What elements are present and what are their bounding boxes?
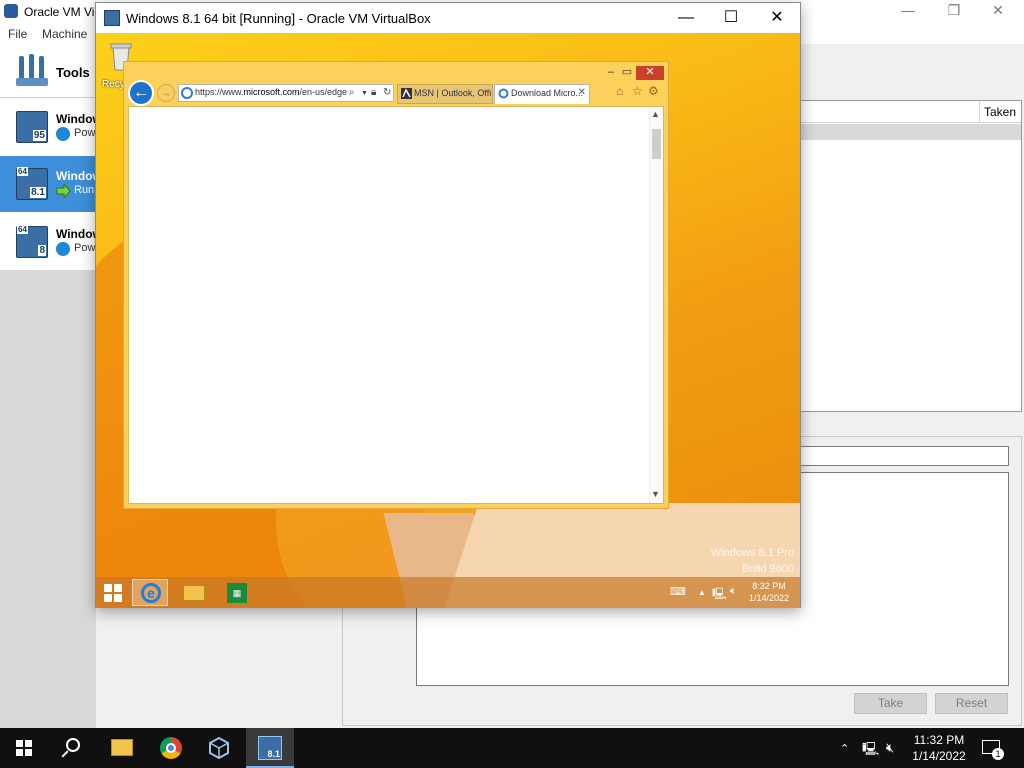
host-taskbar: 8.1 ⌃ 🖳︎ 🔇︎ 11:32 PM 1/14/2022 1	[0, 728, 1024, 768]
snapshot-name-field[interactable]	[800, 446, 1009, 466]
guest-start-button[interactable]	[104, 584, 122, 602]
vm-maximize-button[interactable]: ☐	[713, 7, 749, 29]
guest-desktop[interactable]: Recy – ▭ ✕ ← → https://www.microsoft.com…	[96, 33, 800, 608]
guest-task-internet-explorer[interactable]: e	[132, 579, 168, 606]
dropdown-arrow-icon[interactable]: ▼	[361, 90, 368, 97]
windows-8-os-icon: 64 8	[16, 225, 48, 258]
volume-icon[interactable]: 🔈︎	[730, 585, 737, 598]
volume-muted-icon[interactable]: 🔇︎	[886, 740, 894, 756]
virtualbox-vm-icon	[104, 10, 120, 26]
column-taken[interactable]: Taken	[979, 101, 1021, 123]
virtualbox-icon	[209, 737, 229, 759]
menu-machine[interactable]: Machine	[42, 27, 87, 41]
store-icon: ▦	[227, 583, 247, 603]
power-off-icon	[56, 127, 70, 141]
guest-task-store[interactable]: ▦	[219, 579, 255, 606]
tab-msn[interactable]: MSN | Outlook, Offi...	[397, 84, 493, 104]
host-search-button[interactable]	[48, 728, 96, 768]
refresh-icon[interactable]: ↻	[383, 87, 391, 98]
host-clock[interactable]: 11:32 PM 1/14/2022	[904, 732, 974, 764]
vm-state: Pow	[56, 242, 95, 256]
search-icon	[66, 738, 80, 752]
internet-explorer-icon: e	[141, 583, 161, 603]
snapshot-tree-header: Taken	[801, 101, 1021, 123]
internet-explorer-window: – ▭ ✕ ← → https://www.microsoft.com/en-u…	[123, 61, 669, 509]
vm-minimize-button[interactable]: —	[668, 7, 704, 29]
tab-close-icon[interactable]: ✕	[578, 87, 586, 98]
back-arrow-icon: ←	[133, 84, 149, 101]
tools-icon	[16, 54, 48, 86]
vm-list: Tools 95 Window Pow 64 8.1 Window Run 64…	[0, 44, 102, 270]
take-button[interactable]: Take	[854, 693, 927, 714]
reset-button[interactable]: Reset	[935, 693, 1008, 714]
host-task-file-explorer[interactable]	[98, 728, 146, 768]
running-arrow-icon	[56, 184, 71, 198]
windows-8-1-vm-icon: 8.1	[258, 736, 282, 760]
back-button[interactable]: ←	[128, 80, 154, 106]
manager-title: Oracle VM Vir	[24, 5, 99, 19]
scroll-up-icon[interactable]: ▲	[651, 109, 660, 119]
show-hidden-icons-icon[interactable]: ▲	[698, 588, 706, 597]
folder-icon	[111, 739, 133, 756]
forward-button[interactable]: →	[157, 84, 175, 102]
manager-close-button[interactable]: ✕	[988, 3, 1008, 19]
windows-watermark-build: Build 9600	[742, 563, 794, 575]
folder-icon	[183, 585, 205, 601]
guest-task-file-explorer[interactable]	[176, 579, 212, 606]
vm-close-button[interactable]: ✕	[759, 7, 795, 29]
vm-item-windows-8[interactable]: 64 8 Window Pow	[0, 214, 102, 270]
ie-page-icon	[181, 87, 193, 99]
manager-restore-button[interactable]: ❐	[944, 3, 964, 19]
windows-watermark-edition: Windows 8.1 Pro	[710, 547, 794, 559]
snapshot-tree[interactable]: Taken	[800, 100, 1022, 412]
windows-8-1-os-icon: 64 8.1	[16, 167, 48, 200]
vm-window: Windows 8.1 64 bit [Running] - Oracle VM…	[95, 2, 801, 608]
ie-maximize-button[interactable]: ▭	[620, 66, 634, 80]
power-off-icon	[56, 242, 70, 256]
tools-label: Tools	[56, 65, 90, 80]
host-start-button[interactable]	[16, 740, 32, 756]
menu-file[interactable]: File	[8, 27, 27, 41]
host-task-vm-window[interactable]: 8.1	[246, 728, 294, 768]
notification-count-badge: 1	[992, 748, 1004, 760]
snapshot-row-selected[interactable]	[801, 124, 1021, 140]
forward-arrow-icon: →	[160, 87, 172, 99]
manager-minimize-button[interactable]: —	[898, 3, 918, 19]
virtualbox-logo-icon	[4, 4, 18, 18]
ie-tab-icon	[498, 88, 509, 99]
home-icon[interactable]: ⌂	[616, 84, 623, 98]
touch-keyboard-icon[interactable]: ⌨	[670, 585, 686, 598]
vm-window-titlebar[interactable]: Windows 8.1 64 bit [Running] - Oracle VM…	[96, 3, 800, 33]
ie-page-content[interactable]: ▲ ▼	[128, 106, 664, 504]
vm-state: Run	[56, 184, 94, 198]
vm-item-windows-95[interactable]: 95 Window Pow	[0, 99, 102, 155]
show-hidden-icons-icon[interactable]: ⌃	[840, 742, 849, 755]
search-icon[interactable]: ⌕	[349, 87, 355, 98]
vm-window-title: Windows 8.1 64 bit [Running] - Oracle VM…	[126, 11, 431, 26]
msn-icon	[401, 88, 412, 99]
ie-minimize-button[interactable]: –	[604, 66, 618, 80]
guest-taskbar: e ▦ ⌨ ▲ 🖳︎ 🔈︎ 8:32 PM 1/14/2022	[96, 577, 800, 608]
ie-close-button[interactable]: ✕	[636, 66, 664, 80]
guest-clock[interactable]: 8:32 PM 1/14/2022	[744, 580, 794, 604]
address-text: https://www.microsoft.com/en-us/edge	[195, 87, 348, 97]
favorites-star-icon[interactable]: ☆	[632, 84, 643, 98]
recycle-bin-label: Recy	[102, 79, 125, 90]
vm-item-windows-8-1[interactable]: 64 8.1 Window Run	[0, 156, 102, 212]
scroll-down-icon[interactable]: ▼	[651, 489, 660, 499]
network-icon[interactable]: 🖳︎	[862, 740, 879, 762]
vm-state: Pow	[56, 127, 95, 141]
host-task-virtualbox[interactable]	[196, 728, 244, 768]
tab-download-edge[interactable]: Download Micro... ✕	[494, 84, 590, 104]
tools-item[interactable]: Tools	[0, 44, 96, 98]
address-bar[interactable]: https://www.microsoft.com/en-us/edge ⌕ ▼…	[178, 84, 394, 102]
windows-95-os-icon: 95	[16, 111, 48, 143]
vertical-scrollbar[interactable]: ▲ ▼	[649, 107, 663, 503]
lock-icon[interactable]: 🔒︎	[371, 87, 376, 98]
network-icon[interactable]: 🖳︎	[712, 585, 727, 604]
scrollbar-thumb[interactable]	[652, 129, 661, 159]
settings-gear-icon[interactable]: ⚙	[648, 84, 659, 98]
host-task-chrome[interactable]	[148, 728, 196, 768]
chrome-icon	[160, 737, 182, 759]
